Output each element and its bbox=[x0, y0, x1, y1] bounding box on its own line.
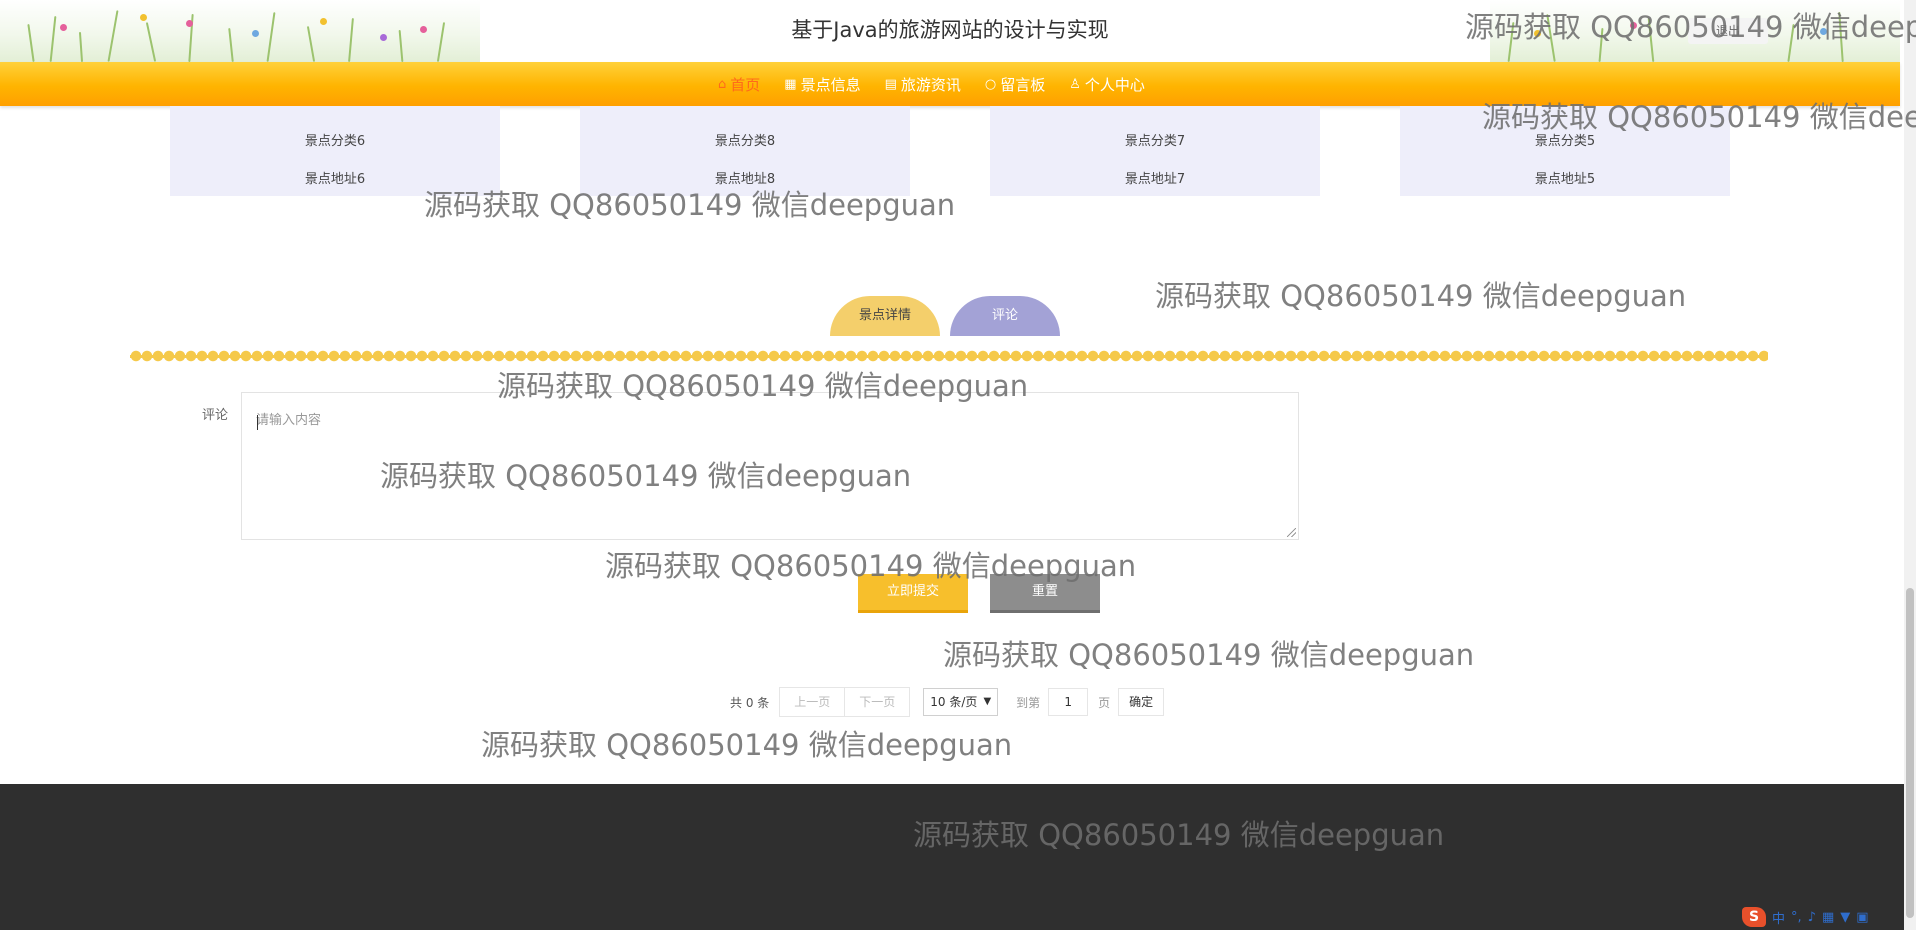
ime-punctuation-toggle[interactable]: °, bbox=[1791, 910, 1802, 925]
site-footer bbox=[0, 784, 1904, 930]
tab-attraction-detail[interactable]: 景点详情 bbox=[830, 296, 940, 336]
ime-language-toggle[interactable]: 中 bbox=[1772, 908, 1785, 927]
card-address: 景点地址6 bbox=[304, 172, 366, 187]
nav-item-home[interactable]: ⌂ 首页 bbox=[718, 74, 760, 95]
card-address: 景点地址5 bbox=[1534, 172, 1596, 187]
attraction-card[interactable]: 景点分类6 景点地址6 bbox=[170, 106, 500, 196]
page-scrollbar[interactable] bbox=[1904, 0, 1916, 930]
tab-comment[interactable]: 评论 bbox=[950, 296, 1060, 336]
page-size-select[interactable]: 10 条/页 ▼ bbox=[923, 688, 999, 716]
reset-button[interactable]: 重置 bbox=[990, 574, 1100, 613]
resize-handle-icon[interactable] bbox=[1287, 528, 1296, 537]
nav-item-label: 个人中心 bbox=[1084, 75, 1145, 94]
user-icon: ♙ bbox=[1069, 76, 1081, 92]
attraction-card[interactable]: 景点分类7 景点地址7 bbox=[990, 106, 1320, 196]
goto-label: 到第 bbox=[1016, 695, 1041, 710]
nav-item-profile[interactable]: ♙ 个人中心 bbox=[1069, 74, 1145, 95]
nav-item-label: 旅游资讯 bbox=[900, 75, 961, 94]
page-unit-label: 页 bbox=[1098, 695, 1111, 710]
submit-button[interactable]: 立即提交 bbox=[858, 574, 968, 613]
home-icon: ⌂ bbox=[718, 76, 727, 92]
grid-icon: ▦ bbox=[784, 76, 797, 92]
card-address: 景点地址8 bbox=[714, 172, 776, 187]
chat-icon: ○ bbox=[984, 76, 997, 92]
nav-item-label: 景点信息 bbox=[800, 75, 861, 94]
nav-item-messages[interactable]: ○ 留言板 bbox=[985, 74, 1045, 95]
attraction-card[interactable]: 景点分类5 景点地址5 bbox=[1400, 106, 1730, 196]
comment-label: 评论 bbox=[202, 408, 229, 423]
card-category: 景点分类6 bbox=[304, 134, 366, 149]
card-category: 景点分类8 bbox=[714, 134, 776, 149]
nav-item-news[interactable]: ▤ 旅游资讯 bbox=[885, 74, 961, 95]
shirt-icon[interactable]: ▼ bbox=[1840, 910, 1850, 925]
logout-button[interactable]: 退出 bbox=[1688, 18, 1768, 44]
news-icon: ▤ bbox=[884, 76, 897, 92]
scallop-border bbox=[130, 350, 1768, 362]
nav-item-label: 首页 bbox=[730, 75, 761, 94]
watermark: 源码获取 QQ86050149 微信deepguan bbox=[1155, 279, 1687, 313]
apps-icon[interactable]: ▣ bbox=[1856, 910, 1868, 925]
watermark: 源码获取 QQ86050149 微信deepguan bbox=[943, 638, 1475, 672]
next-page-button[interactable]: 下一页 bbox=[844, 687, 911, 717]
scrollbar-thumb[interactable] bbox=[1906, 588, 1914, 918]
card-category: 景点分类7 bbox=[1124, 134, 1186, 149]
site-title: 基于Java的旅游网站的设计与实现 bbox=[791, 18, 1109, 42]
prev-page-button[interactable]: 上一页 bbox=[779, 687, 846, 717]
attraction-card[interactable]: 景点分类8 景点地址8 bbox=[580, 106, 910, 196]
card-address: 景点地址7 bbox=[1124, 172, 1186, 187]
comment-textarea[interactable]: 请输入内容 bbox=[241, 392, 1299, 540]
chevron-down-icon: ▼ bbox=[983, 696, 992, 707]
pagination-total: 共 0 条 bbox=[730, 695, 770, 710]
watermark: 源码获取 QQ86050149 微信deepguan bbox=[481, 728, 1013, 762]
keyboard-icon[interactable]: ▦ bbox=[1822, 910, 1834, 925]
main-nav: ⌂ 首页 ▦ 景点信息 ▤ 旅游资讯 ○ 留言板 ♙ 个人中心 bbox=[0, 62, 1900, 106]
nav-item-attractions[interactable]: ▦ 景点信息 bbox=[784, 74, 860, 95]
site-header: 基于Java的旅游网站的设计与实现 退出 bbox=[0, 0, 1900, 62]
pagination: 共 0 条 上一页 下一页 10 条/页 ▼ 到第 1 页 确定 bbox=[730, 687, 1165, 717]
nav-item-label: 留言板 bbox=[1000, 75, 1046, 94]
goto-confirm-button[interactable]: 确定 bbox=[1118, 688, 1165, 716]
text-caret bbox=[257, 415, 258, 430]
microphone-icon[interactable]: ♪ bbox=[1808, 910, 1816, 925]
page-size-value: 10 条/页 bbox=[930, 695, 978, 709]
page-number-input[interactable]: 1 bbox=[1048, 688, 1089, 716]
comment-placeholder: 请输入内容 bbox=[256, 413, 322, 428]
card-category: 景点分类5 bbox=[1534, 134, 1596, 149]
ime-toolbar: S 中 °, ♪ ▦ ▼ ▣ bbox=[1742, 906, 1869, 928]
sogou-logo-icon[interactable]: S bbox=[1742, 907, 1766, 927]
